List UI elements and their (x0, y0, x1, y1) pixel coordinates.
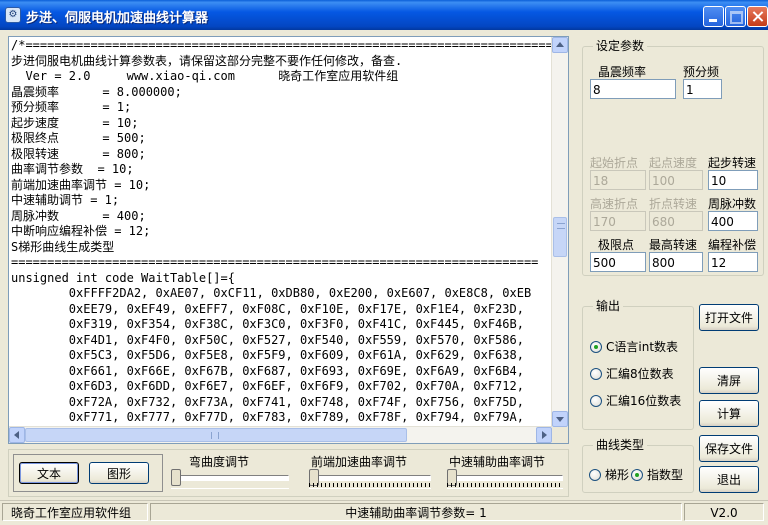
clear-screen-button[interactable]: 清屏 (699, 367, 759, 394)
limit-point-label: 极限点 (598, 238, 635, 252)
grip-icon (557, 223, 565, 229)
curve-option-exponential[interactable]: 指数型 (631, 466, 683, 483)
close-button[interactable] (747, 6, 768, 27)
radio-checked-icon (590, 340, 602, 353)
vertical-scrollbar[interactable] (551, 37, 568, 427)
compensation-input[interactable] (708, 252, 758, 272)
high-point-input (590, 211, 646, 231)
slider-ticks (309, 483, 431, 487)
slider-track (309, 475, 431, 481)
mid-assist-slider[interactable] (447, 469, 563, 489)
radio-icon (590, 367, 602, 380)
horizontal-scroll-thumb[interactable] (25, 428, 407, 442)
save-file-button[interactable]: 保存文件 (699, 435, 759, 462)
scroll-left-icon (14, 431, 19, 439)
output-text[interactable]: /*======================================… (11, 38, 553, 426)
turn-speed-label: 折点转速 (649, 197, 698, 211)
mid-assist-slider-label: 中速辅助曲率调节 (449, 455, 546, 469)
turn-speed-input (649, 211, 703, 231)
curve-option-trapezoid[interactable]: 梯形 (589, 466, 629, 483)
vertical-scroll-thumb[interactable] (553, 217, 567, 257)
slider-thumb[interactable] (171, 469, 181, 486)
output-option-label: 汇编8位数表 (606, 367, 674, 381)
radio-checked-icon (631, 468, 643, 481)
open-file-button[interactable]: 打开文件 (699, 304, 759, 331)
scroll-left-button[interactable] (9, 427, 25, 443)
app-icon: ⚙ (5, 7, 21, 23)
curvature-slider[interactable] (171, 469, 289, 489)
view-switch: 文本 图形 (13, 454, 163, 492)
compensation-label: 编程补偿 (708, 238, 757, 252)
exit-button[interactable]: 退出 (699, 466, 759, 493)
maximize-button[interactable] (725, 6, 746, 27)
max-speed-label: 最高转速 (649, 238, 698, 252)
high-point-label: 高速折点 (590, 197, 639, 211)
scroll-down-icon (556, 417, 564, 422)
max-speed-input[interactable] (649, 252, 703, 272)
slider-ticks (447, 483, 563, 487)
output-option-asm-16bit[interactable]: 汇编16位数表 (590, 392, 681, 409)
curve-option-label: 指数型 (647, 468, 684, 482)
curve-option-label: 梯形 (605, 468, 630, 482)
adjustment-panel: 文本 图形 弯曲度调节 前端加速曲率调节 中速辅助曲率调节 (8, 449, 569, 497)
front-accel-slider[interactable] (309, 469, 431, 489)
step-speed-input[interactable] (708, 170, 758, 190)
scroll-right-button[interactable] (536, 427, 552, 443)
start-point-label: 起始折点 (590, 156, 639, 170)
output-group-label: 输出 (593, 299, 624, 313)
title-bar[interactable]: ⚙ 步进、伺服电机加速曲线计算器 (0, 0, 768, 30)
start-speed-input (649, 170, 703, 190)
output-option-c-int[interactable]: C语言int数表 (590, 338, 678, 355)
status-version: V2.0 (684, 503, 764, 521)
radio-icon (590, 394, 602, 407)
status-org: 晓奇工作室应用软件组 (2, 503, 148, 521)
slider-track (447, 475, 563, 481)
scroll-up-icon (556, 42, 564, 47)
radio-icon (589, 468, 601, 481)
curve-type-group-label: 曲线类型 (593, 438, 648, 452)
settings-group-label: 设定参数 (593, 39, 648, 53)
text-view-button[interactable]: 文本 (19, 462, 79, 484)
start-point-input (590, 170, 646, 190)
crystal-input[interactable] (590, 79, 676, 99)
graph-view-button[interactable]: 图形 (89, 462, 149, 484)
status-bar: 晓奇工作室应用软件组 中速辅助曲率调节参数= 1 V2.0 (0, 500, 768, 525)
output-option-label: 汇编16位数表 (606, 394, 682, 408)
horizontal-scrollbar[interactable] (9, 426, 552, 443)
pulses-input[interactable] (708, 211, 758, 231)
output-option-asm-8bit[interactable]: 汇编8位数表 (590, 365, 674, 382)
scroll-corner (552, 427, 568, 443)
start-speed-label: 起点速度 (649, 156, 698, 170)
grip-icon (211, 432, 219, 439)
crystal-label: 晶震频率 (598, 65, 647, 79)
output-option-label: C语言int数表 (606, 340, 679, 354)
prescale-input[interactable] (683, 79, 722, 99)
window-title: 步进、伺服电机加速曲线计算器 (26, 11, 209, 26)
scroll-down-button[interactable] (552, 411, 568, 427)
prescale-label: 预分频 (683, 65, 720, 79)
pulses-label: 周脉冲数 (708, 197, 757, 211)
scroll-right-icon (542, 431, 547, 439)
curvature-slider-label: 弯曲度调节 (189, 455, 250, 469)
front-accel-slider-label: 前端加速曲率调节 (311, 455, 408, 469)
limit-point-input[interactable] (590, 252, 646, 272)
status-message: 中速辅助曲率调节参数= 1 (150, 503, 682, 521)
output-text-area[interactable]: /*======================================… (8, 36, 569, 444)
slider-track (171, 475, 289, 481)
calculate-button[interactable]: 计算 (699, 400, 759, 427)
step-speed-label: 起步转速 (708, 156, 757, 170)
scroll-up-button[interactable] (552, 37, 568, 53)
minimize-button[interactable] (703, 6, 724, 27)
